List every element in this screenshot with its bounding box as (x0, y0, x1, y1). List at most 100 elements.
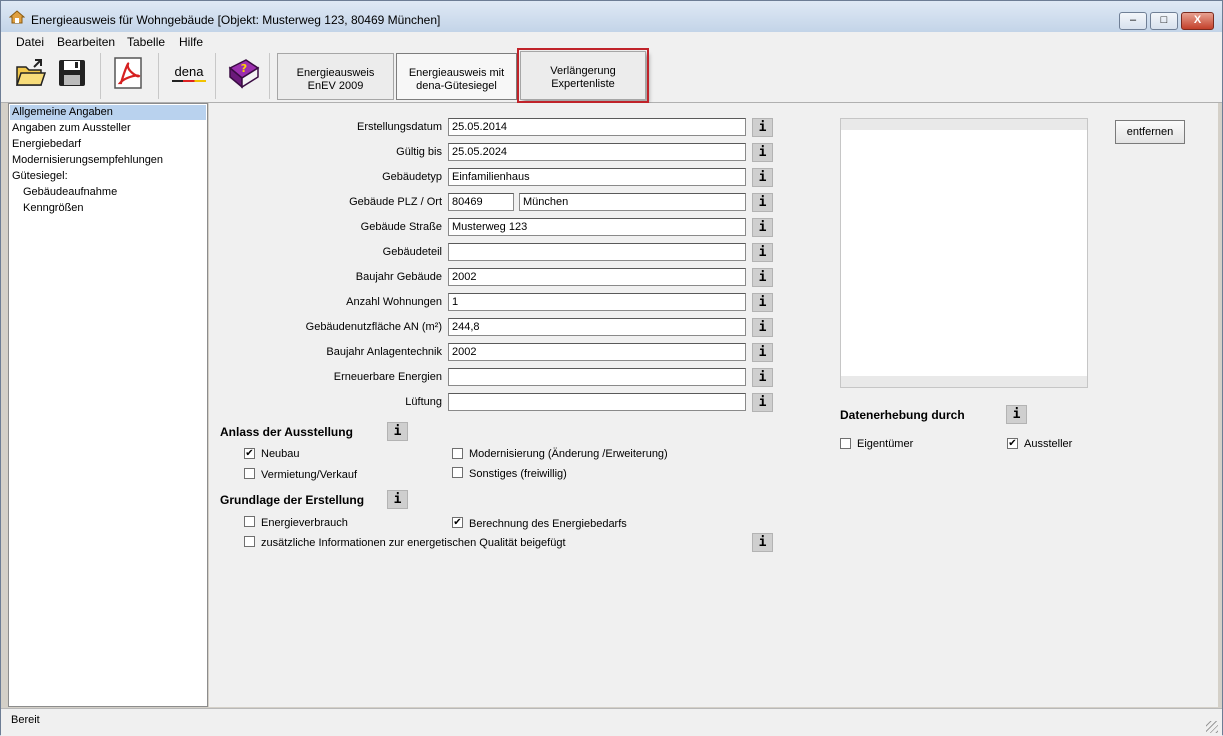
info-button[interactable]: i (752, 193, 773, 212)
label-gueltig-bis: Gültig bis (396, 146, 442, 158)
app-window: Energieausweis für Wohngebäude [Objekt: … (0, 0, 1223, 736)
baujahr-gebaeude-field[interactable]: 2002 (448, 268, 746, 286)
dena-button[interactable]: dena (169, 53, 209, 93)
remove-button[interactable]: entfernen (1115, 120, 1185, 144)
lueftung-field[interactable] (448, 393, 746, 411)
gueltig-bis-field[interactable]: 25.05.2024 (448, 143, 746, 161)
gebaeudeteil-field[interactable] (448, 243, 746, 261)
sonstiges-checkbox[interactable] (452, 467, 463, 478)
menu-bearbeiten[interactable]: Bearbeiten (57, 35, 115, 49)
erneuerbare-energien-field[interactable] (448, 368, 746, 386)
tab-energieausweis-dena[interactable]: Energieausweis mit dena-Gütesiegel (396, 53, 517, 100)
label-nutzflaeche: Gebäudenutzfläche AN (m²) (305, 321, 442, 333)
modernisierung-checkbox[interactable] (452, 448, 463, 459)
tree-item-kenngroessen[interactable]: Kenngrößen (23, 201, 84, 216)
info-button[interactable]: i (752, 393, 773, 412)
neubau-checkbox[interactable]: ✔ (244, 448, 255, 459)
menu-tabelle[interactable]: Tabelle (127, 35, 165, 49)
label-erneuerbare-energien: Erneuerbare Energien (333, 371, 442, 383)
modernisierung-label: Modernisierung (Änderung /Erweiterung) (469, 448, 668, 460)
info-button[interactable]: i (752, 168, 773, 187)
save-icon (59, 60, 85, 86)
vermietung-checkbox[interactable] (244, 468, 255, 479)
open-folder-button[interactable] (13, 53, 49, 93)
info-button[interactable]: i (387, 422, 408, 441)
zusatzinfo-checkbox[interactable] (244, 536, 255, 547)
window-title: Energieausweis für Wohngebäude [Objekt: … (31, 13, 441, 27)
listbox-top-bar (841, 119, 1087, 130)
label-erstellungsdatum: Erstellungsdatum (357, 121, 442, 133)
info-button[interactable]: i (1006, 405, 1027, 424)
label-baujahr-gebaeude: Baujahr Gebäude (355, 271, 442, 283)
strasse-field[interactable]: Musterweg 123 (448, 218, 746, 236)
info-button[interactable]: i (752, 318, 773, 337)
tab-line1: Energieausweis mit (408, 67, 505, 79)
open-folder-icon (15, 59, 47, 86)
title-bar[interactable]: Energieausweis für Wohngebäude [Objekt: … (1, 1, 1222, 32)
tree-item-modernisierung[interactable]: Modernisierungsempfehlungen (12, 153, 163, 168)
tab-verlaengerung-expertenliste[interactable]: Verlängerung Expertenliste (517, 48, 649, 103)
close-button[interactable]: X (1181, 12, 1214, 30)
energieverbrauch-checkbox[interactable] (244, 516, 255, 527)
tree-item-aussteller[interactable]: Angaben zum Aussteller (12, 121, 131, 136)
check-mark: ✔ (245, 448, 254, 459)
tab-line2: Expertenliste (551, 78, 615, 90)
minimize-button[interactable]: – (1119, 12, 1147, 30)
help-glyph: ? (241, 62, 247, 75)
check-mark: ✔ (1008, 438, 1017, 449)
info-button[interactable]: i (387, 490, 408, 509)
menu-hilfe[interactable]: Hilfe (179, 35, 203, 49)
app-house-icon (9, 10, 25, 24)
plz-field[interactable]: 80469 (448, 193, 514, 211)
tab-line2: dena-Gütesiegel (416, 80, 497, 92)
tree-item-guetesiegel[interactable]: Gütesiegel: (12, 169, 68, 184)
maximize-button[interactable]: □ (1150, 12, 1178, 30)
status-text: Bereit (11, 714, 40, 726)
tree-item-allgemeine-angaben[interactable]: Allgemeine Angaben (10, 105, 206, 120)
label-lueftung: Lüftung (405, 396, 442, 408)
menu-datei[interactable]: Datei (16, 35, 44, 49)
info-button[interactable]: i (752, 368, 773, 387)
tab-energieausweis-enev[interactable]: Energieausweis EnEV 2009 (277, 53, 394, 100)
nutzflaeche-field[interactable]: 244,8 (448, 318, 746, 336)
baujahr-anlagentechnik-field[interactable]: 2002 (448, 343, 746, 361)
tree-item-gebaeudeaufnahme[interactable]: Gebäudeaufnahme (23, 185, 117, 200)
anzahl-wohnungen-field[interactable]: 1 (448, 293, 746, 311)
label-plz-ort: Gebäude PLZ / Ort (349, 196, 442, 208)
pdf-button[interactable] (111, 53, 147, 93)
image-listbox[interactable] (840, 118, 1088, 388)
eigentuemer-label: Eigentümer (857, 438, 914, 450)
resize-grip[interactable] (1206, 721, 1218, 733)
neubau-label: Neubau (261, 448, 300, 460)
zusatzinfo-label: zusätzliche Informationen zur energetisc… (261, 537, 566, 549)
gebaeudetyp-field[interactable]: Einfamilienhaus (448, 168, 746, 186)
anlass-title: Anlass der Ausstellung (220, 425, 353, 439)
energiebedarf-checkbox[interactable]: ✔ (452, 517, 463, 528)
help-button[interactable]: ? (227, 53, 263, 93)
info-button[interactable]: i (752, 268, 773, 287)
energieverbrauch-label: Energieverbrauch (261, 517, 348, 529)
info-button[interactable]: i (752, 118, 773, 137)
dena-logo: dena (169, 64, 209, 82)
eigentuemer-checkbox[interactable] (840, 438, 851, 449)
info-button[interactable]: i (752, 143, 773, 162)
erstellungsdatum-field[interactable]: 25.05.2014 (448, 118, 746, 136)
vermietung-label: Vermietung/Verkauf (261, 469, 358, 481)
info-button[interactable]: i (752, 243, 773, 262)
ort-field[interactable]: München (519, 193, 746, 211)
save-button[interactable] (54, 53, 90, 93)
tree-item-energiebedarf[interactable]: Energiebedarf (12, 137, 81, 152)
info-button[interactable]: i (752, 533, 773, 552)
aussteller-checkbox[interactable]: ✔ (1007, 438, 1018, 449)
info-button[interactable]: i (752, 343, 773, 362)
pdf-icon (114, 57, 142, 89)
energiebedarf-label: Berechnung des Energiebedarfs (469, 518, 627, 530)
toolbar: dena ? Energieausweis EnEV 2009 Energiea… (1, 48, 1222, 103)
info-button[interactable]: i (752, 293, 773, 312)
navigation-tree: Allgemeine Angaben Angaben zum Ausstelle… (8, 103, 208, 707)
aussteller-label: Aussteller (1024, 438, 1073, 450)
datenerhebung-title: Datenerhebung durch (840, 408, 965, 422)
info-button[interactable]: i (752, 218, 773, 237)
label-gebaeudetyp: Gebäudetyp (382, 171, 442, 183)
label-baujahr-anlagentechnik: Baujahr Anlagentechnik (326, 346, 442, 358)
